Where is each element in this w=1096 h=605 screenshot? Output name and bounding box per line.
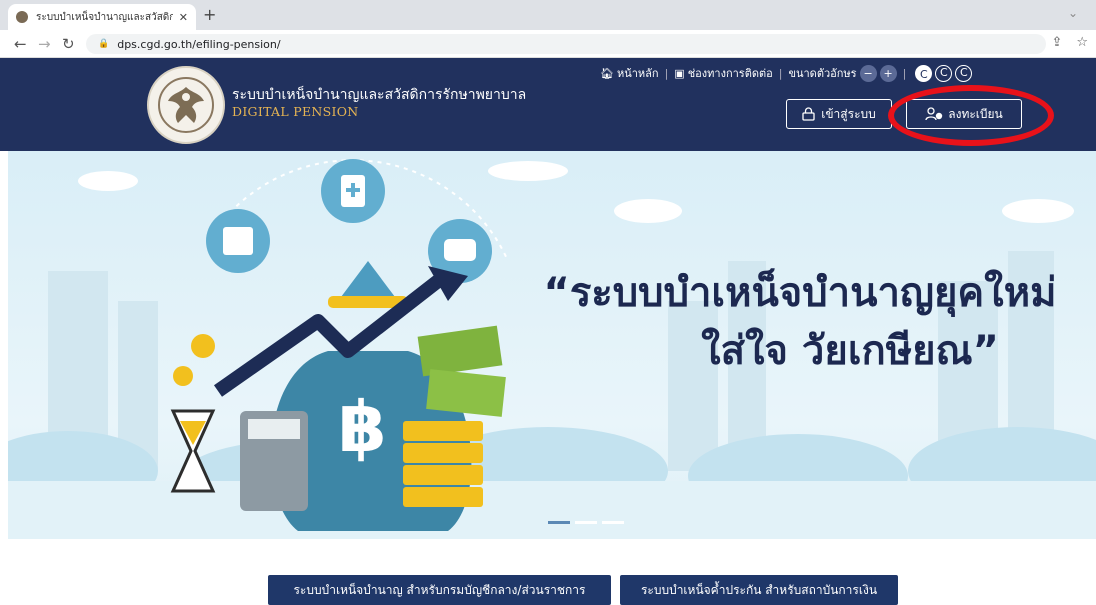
url-field[interactable]: 🔒 dps.cgd.go.th/efiling-pension/ <box>86 34 1046 54</box>
nav-separator: | <box>902 66 907 80</box>
login-label: เข้าสู่ระบบ <box>821 106 876 121</box>
nav-separator: | <box>664 66 669 80</box>
share-icon[interactable]: ⇪ <box>1051 35 1062 50</box>
nav-contact-link[interactable]: ช่องทางการติดต่อ <box>688 64 773 82</box>
tab-title: ระบบบำเหน็จบำนาญและสวัสดิการรักษ <box>36 11 173 23</box>
contrast-yellow-button[interactable]: C <box>955 64 973 82</box>
site-subtitle: DIGITAL PENSION <box>232 104 359 119</box>
carousel-dot-3[interactable] <box>602 521 624 524</box>
home-icon: 🏠︎ <box>600 66 614 80</box>
carousel-dot-1[interactable] <box>548 521 570 524</box>
lock-icon: 🔒 <box>98 39 110 49</box>
url-text: dps.cgd.go.th/efiling-pension/ <box>117 37 281 51</box>
site-header: ระบบบำเหน็จบำนาญและสวัสดิการรักษาพยาบาล … <box>0 58 1096 151</box>
nav-separator: | <box>778 66 783 80</box>
contrast-normal-button[interactable]: C <box>915 64 933 82</box>
carousel-indicators <box>548 521 624 524</box>
baht-sign: ฿ <box>338 386 387 468</box>
close-tab-icon[interactable]: ✕ <box>179 11 188 24</box>
site-favicon-icon <box>16 11 28 23</box>
nav-home-link[interactable]: หน้าหลัก <box>617 64 659 82</box>
headline-line-2: ใส่ใจ วัยเกษียณ” <box>701 328 999 374</box>
headline-line-1: “ระบบบำเหน็จบำนาญยุคใหม่ <box>543 270 1057 316</box>
forward-arrow-icon[interactable]: → <box>38 35 51 53</box>
address-bar-row: ← → ↻ 🔒 dps.cgd.go.th/efiling-pension/ ⇪… <box>0 30 1096 58</box>
browser-tab[interactable]: ระบบบำเหน็จบำนาญและสวัสดิการรักษ ✕ <box>8 4 196 30</box>
login-button[interactable]: เข้าสู่ระบบ <box>786 99 892 129</box>
banner-headline: “ระบบบำเหน็จบำนาญยุคใหม่ ใส่ใจ วัยเกษียณ… <box>505 264 1095 380</box>
browser-tab-bar: ระบบบำเหน็จบำนาญและสวัสดิการรักษ ✕ + ⌄ <box>0 0 1096 30</box>
lock-icon <box>802 107 815 121</box>
contrast-dark-button[interactable]: C <box>935 64 953 82</box>
bookmark-star-icon[interactable]: ☆ <box>1076 35 1088 50</box>
govt-pension-button[interactable]: ระบบบำเหน็จบำนาญ สำหรับกรมบัญชีกลาง/ส่วน… <box>268 575 611 605</box>
font-increase-button[interactable]: + <box>879 64 897 82</box>
top-utility-nav: 🏠︎ หน้าหลัก | ▣ ช่องทางการติดต่อ | ขนาดต… <box>600 62 973 84</box>
hero-banner: ฿ “ระบบบำเหน็จบำนาญยุคใหม่ ใส่ใจ วัยเกษี… <box>8 151 1096 539</box>
cgd-logo[interactable] <box>147 66 225 144</box>
reload-icon[interactable]: ↻ <box>62 35 75 53</box>
font-size-label: ขนาดตัวอักษร <box>788 67 857 80</box>
finance-guarantee-button[interactable]: ระบบบำเหน็จค้ำประกัน สำหรับสถาบันการเงิน <box>620 575 898 605</box>
font-decrease-button[interactable]: − <box>859 64 877 82</box>
new-tab-button[interactable]: + <box>203 5 216 24</box>
contact-card-icon: ▣ <box>674 66 685 80</box>
site-title: ระบบบำเหน็จบำนาญและสวัสดิการรักษาพยาบาล <box>232 87 527 103</box>
garuda-emblem-icon <box>158 77 214 133</box>
minimize-icon[interactable]: ⌄ <box>1068 6 1078 20</box>
carousel-dot-2[interactable] <box>575 521 597 524</box>
highlight-annotation-ellipse <box>888 85 1054 146</box>
back-arrow-icon[interactable]: ← <box>14 35 27 53</box>
